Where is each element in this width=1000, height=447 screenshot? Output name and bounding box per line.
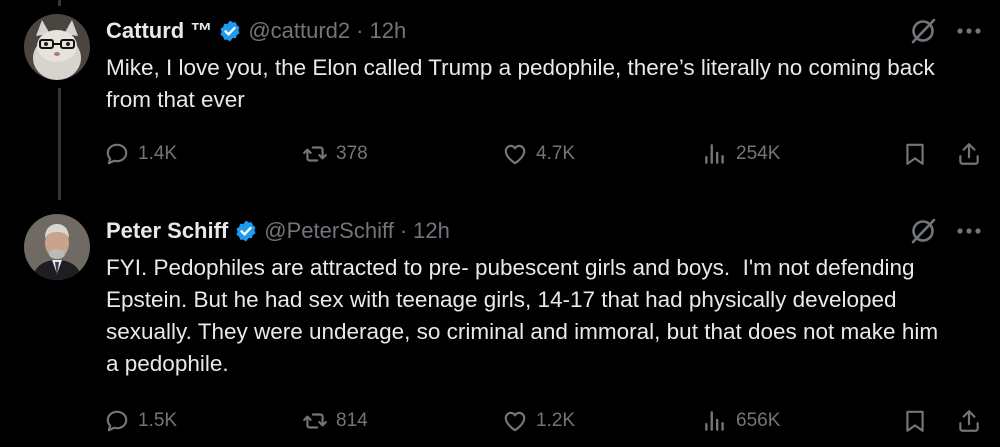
timestamp[interactable]: 12h: [369, 18, 406, 44]
bookmark-icon: [906, 143, 924, 165]
avatar[interactable]: [24, 214, 90, 280]
repost-count: 378: [336, 143, 368, 164]
handle[interactable]: @PeterSchiff: [264, 218, 394, 244]
avatar[interactable]: [24, 14, 90, 80]
reply-button[interactable]: 1.4K: [104, 141, 177, 167]
bookmark-button[interactable]: [902, 408, 928, 434]
cat-avatar-image: [24, 14, 90, 80]
like-icon: [504, 411, 526, 432]
handle[interactable]: @catturd2: [248, 18, 350, 44]
person-avatar-image: [24, 214, 90, 280]
views-button[interactable]: 656K: [702, 408, 780, 434]
more-icon[interactable]: [956, 26, 982, 36]
timestamp[interactable]: 12h: [413, 218, 450, 244]
verified-badge-icon: [220, 20, 240, 42]
repost-button[interactable]: 378: [302, 141, 368, 167]
share-button[interactable]: [956, 141, 982, 167]
reply-count: 1.5K: [138, 410, 178, 431]
share-icon: [959, 410, 979, 432]
header-icons: [908, 216, 982, 246]
like-button[interactable]: 4.7K: [502, 141, 575, 167]
tweet-peterschiff[interactable]: Peter Schiff @PeterSchiff · 12h FYI. Ped…: [0, 214, 1000, 447]
tweet-text: Mike, I love you, the Elon called Trump …: [106, 55, 942, 112]
thread-line-top: [58, 0, 61, 6]
like-count: 4.7K: [536, 143, 576, 164]
separator-dot: ·: [356, 18, 364, 43]
reply-button[interactable]: 1.5K: [104, 408, 177, 434]
share-button[interactable]: [956, 408, 982, 434]
tweet-catturd[interactable]: Catturd ™ @catturd2 · 12h Mike, I love y…: [0, 14, 1000, 194]
more-icon[interactable]: [956, 226, 982, 236]
bookmark-icon: [906, 410, 924, 432]
repost-button[interactable]: 814: [302, 408, 368, 434]
tweet-header: Peter Schiff @PeterSchiff · 12h: [106, 214, 450, 248]
tweet-header: Catturd ™ @catturd2 · 12h: [106, 14, 406, 48]
verified-badge-icon: [236, 220, 256, 242]
reply-icon: [106, 410, 128, 432]
separator-dot: ·: [399, 218, 408, 243]
views-icon: [705, 144, 724, 164]
tweet-actions: 1.5K 814 1.2K 656K: [104, 408, 984, 438]
repost-icon: [303, 413, 327, 429]
views-count: 656K: [736, 410, 781, 431]
share-icon: [959, 143, 979, 165]
like-icon: [504, 144, 526, 165]
grok-icon[interactable]: [908, 216, 938, 246]
display-name[interactable]: Peter Schiff: [106, 218, 228, 244]
views-icon: [705, 411, 724, 431]
tweet-text: FYI. Pedophiles are attracted to pre- pu…: [106, 255, 945, 376]
display-name[interactable]: Catturd ™: [106, 18, 212, 44]
grok-icon[interactable]: [908, 16, 938, 46]
reply-icon: [106, 143, 128, 165]
views-button[interactable]: 254K: [702, 141, 780, 167]
like-button[interactable]: 1.2K: [502, 408, 575, 434]
tweet-actions: 1.4K 378 4.7K 254K: [104, 141, 984, 171]
bookmark-button[interactable]: [902, 141, 928, 167]
repost-count: 814: [336, 410, 368, 431]
reply-count: 1.4K: [138, 143, 178, 164]
repost-icon: [303, 146, 327, 162]
header-icons: [908, 16, 982, 46]
like-count: 1.2K: [536, 410, 576, 431]
views-count: 254K: [736, 143, 781, 164]
